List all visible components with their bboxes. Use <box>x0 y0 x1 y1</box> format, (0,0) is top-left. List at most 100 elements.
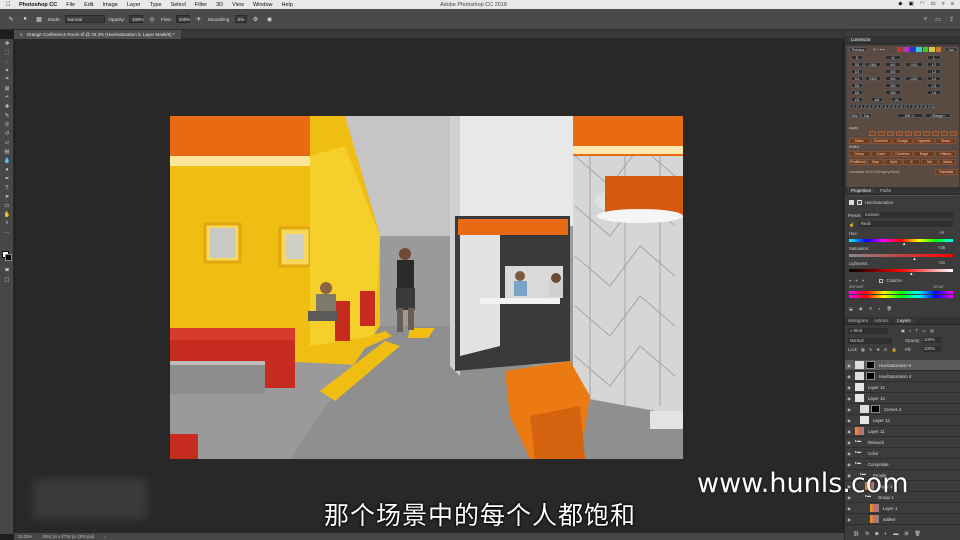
colorize-checkbox[interactable] <box>878 278 883 283</box>
menu-file[interactable]: File <box>66 2 75 8</box>
visibility-eye-icon[interactable]: ◉ <box>845 451 853 456</box>
lumenzia-action-button[interactable]: Group <box>849 151 870 157</box>
background-color-swatch[interactable] <box>5 254 12 261</box>
menu-view[interactable]: View <box>232 2 244 8</box>
menu-image[interactable]: Image <box>103 2 118 8</box>
lumenzia-tool-icon[interactable] <box>914 131 921 136</box>
swatch-yellow[interactable] <box>929 47 935 52</box>
visibility-eye-icon[interactable]: ◉ <box>845 429 853 434</box>
brush-tool-icon[interactable]: ✎ <box>0 111 14 120</box>
zoom-tool-icon[interactable]: ⌕ <box>0 219 14 228</box>
zone-button[interactable]: zD <box>851 97 863 102</box>
filter-pixel-icon[interactable]: ▣ <box>901 328 905 333</box>
history-brush-tool-icon[interactable]: ↺ <box>0 129 14 138</box>
menu-layer[interactable]: Layer <box>127 2 141 8</box>
swatch-magenta[interactable] <box>903 47 909 52</box>
vibe-row-button[interactable]: Sat <box>861 113 872 118</box>
lumenzia-action-button[interactable]: Sharp <box>935 138 956 144</box>
zone-button[interactable]: zL <box>891 97 903 102</box>
visibility-eye-icon[interactable]: ◉ <box>845 374 853 379</box>
lum-mask-button[interactable]: D6 <box>851 90 863 95</box>
visibility-eye-icon[interactable]: ◉ <box>845 418 853 423</box>
lumenzia-action-button[interactable]: Map <box>867 159 884 165</box>
channel-select[interactable]: Reds <box>859 221 953 227</box>
visibility-eye-icon[interactable]: ◉ <box>845 385 853 390</box>
lum-mask-button[interactable]: L2 <box>927 62 941 67</box>
lum-mask-button[interactable]: D4 <box>851 76 863 81</box>
layer-mask-thumb[interactable] <box>871 405 880 413</box>
lumenzia-tool-icon[interactable] <box>896 131 903 136</box>
lumenzia-tool-icon[interactable] <box>950 131 957 136</box>
zone-button[interactable]: zM <box>871 97 883 102</box>
lumenzia-action-button[interactable]: Combine <box>870 138 892 144</box>
search-icon[interactable]: ⌕ <box>942 1 945 8</box>
share-icon[interactable]: ⇪ <box>949 16 954 23</box>
lum-mask-button[interactable]: D2 <box>851 62 863 67</box>
tab-paths[interactable]: Paths <box>880 188 891 193</box>
lum-mask-button[interactable]: L6 <box>927 90 941 95</box>
layer-row[interactable]: ◉ ▸▬ Color <box>845 448 960 459</box>
zone-number-button[interactable]: 4 <box>882 104 889 109</box>
tab-histogram[interactable]: Histogram <box>848 318 868 323</box>
layer-opacity-field[interactable]: 100% <box>923 337 941 343</box>
search-icon[interactable]: ⌕ <box>924 16 927 23</box>
layer-row[interactable]: ◉ Hue/Saturation 5 <box>845 360 960 371</box>
hue-slider-thumb[interactable]: ▲ <box>902 241 906 246</box>
lum-mask-button[interactable]: LM1 <box>905 62 923 67</box>
eyedropper-icon[interactable]: ⌿ <box>849 278 852 283</box>
swatch-blue[interactable] <box>909 47 916 52</box>
preview-button[interactable]: Preview <box>849 47 867 52</box>
blur-tool-icon[interactable]: 💧 <box>0 156 14 165</box>
battery-icon[interactable]: ▭ <box>930 1 935 8</box>
vibe-row-button[interactable]: <Range> <box>925 113 951 118</box>
flow-field[interactable]: 100% <box>175 15 190 23</box>
menu-3d[interactable]: 3D <box>216 2 223 8</box>
lum-mask-button[interactable]: DM1 <box>865 62 881 67</box>
workspace-icon[interactable]: ▭ <box>935 16 941 23</box>
lightness-value[interactable]: +21 <box>938 260 945 265</box>
lumenzia-action-button[interactable]: Split <box>885 159 902 165</box>
layer-row[interactable]: ◉ Hue/Saturation 4 <box>845 371 960 382</box>
visibility-eye-icon[interactable]: ◉ <box>845 363 853 368</box>
more-tools-icon[interactable]: ··· <box>0 228 14 237</box>
lumenzia-tool-icon[interactable] <box>923 131 930 136</box>
hue-slider-track[interactable] <box>849 239 953 242</box>
zone-number-button[interactable]: 1 <box>858 104 865 109</box>
zone-number-button[interactable]: 3 <box>874 104 881 109</box>
lock-artboard-icon[interactable]: ⊡ <box>884 347 888 353</box>
lum-mask-button[interactable]: M4 <box>885 76 901 81</box>
zone-number-button[interactable]: 9 <box>922 104 929 109</box>
menu-window[interactable]: Window <box>253 2 273 8</box>
zone-number-button[interactable]: 5 <box>890 104 897 109</box>
camera-icon[interactable]: ▣ <box>908 1 913 8</box>
pressure-opacity-icon[interactable]: ◎ <box>147 14 157 24</box>
lumenzia-action-button[interactable]: Mask <box>849 138 870 144</box>
lum-mask-button[interactable]: LM2 <box>905 76 923 81</box>
layer-fill-field[interactable]: 100% <box>923 346 941 352</box>
saturation-slider-thumb[interactable]: ▲ <box>913 256 917 261</box>
eraser-tool-icon[interactable]: ▱ <box>0 138 14 147</box>
filter-shape-icon[interactable]: ▭ <box>922 328 926 333</box>
screen-mode-icon[interactable]: ▢ <box>0 275 14 284</box>
hue-range-bar-bottom[interactable] <box>849 295 953 298</box>
marquee-tool-icon[interactable]: ⬚ <box>0 48 14 57</box>
menu-help[interactable]: Help <box>282 2 293 8</box>
layer-mask-thumb[interactable] <box>866 372 875 380</box>
lock-all-icon[interactable]: 🔒 <box>892 347 897 353</box>
reset-icon[interactable]: ↺ <box>869 306 873 312</box>
visibility-eye-icon[interactable]: ◉ <box>845 396 853 401</box>
type-tool-icon[interactable]: T <box>0 183 14 192</box>
menu-select[interactable]: Select <box>171 2 186 8</box>
zone-number-button[interactable]: 0 <box>850 104 857 109</box>
lock-position-icon[interactable]: ✥ <box>876 347 880 353</box>
lock-paint-icon[interactable]: ✎ <box>869 347 873 353</box>
saturation-value[interactable]: +26 <box>938 245 945 250</box>
status-menu-icon[interactable]: › <box>104 534 105 539</box>
lum-mask-button[interactable]: M6 <box>885 90 901 95</box>
swatch-green[interactable] <box>922 47 929 52</box>
document-info[interactable]: 4504 px x 2736 px (300 ppi) <box>42 534 94 539</box>
visibility-icon[interactable]: ◐ <box>878 306 881 312</box>
lumenzia-tool-icon[interactable] <box>869 131 876 136</box>
frame-tool-icon[interactable]: ⊠ <box>0 84 14 93</box>
path-select-tool-icon[interactable]: ➤ <box>0 192 14 201</box>
